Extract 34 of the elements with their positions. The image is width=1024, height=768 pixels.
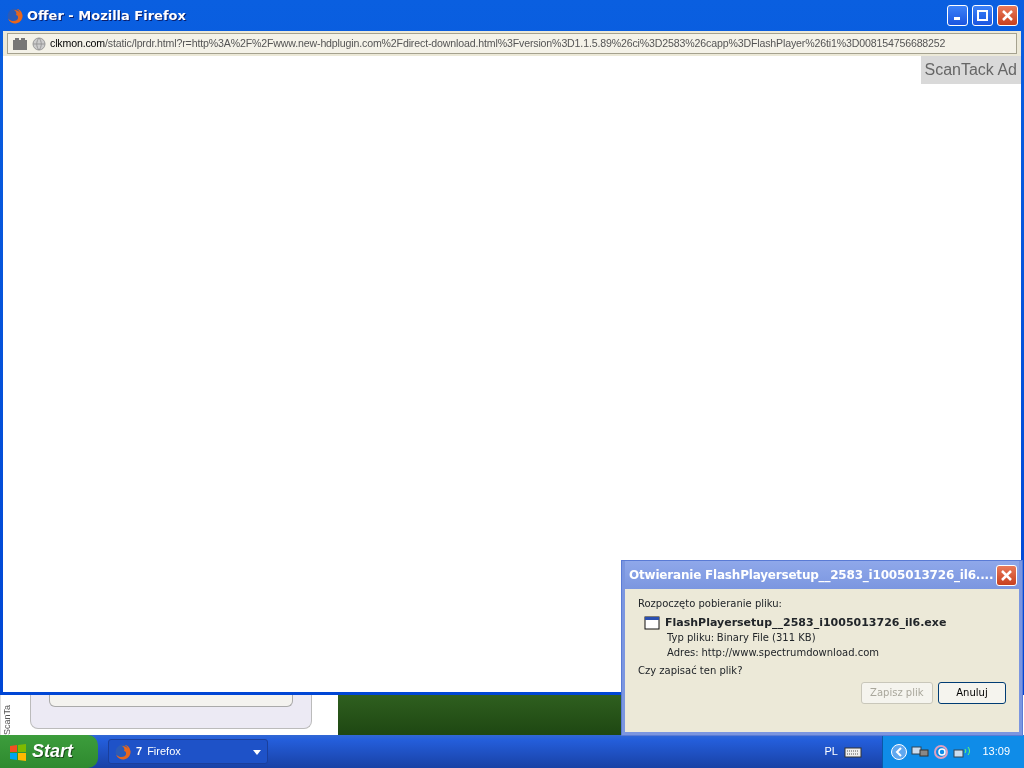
detail-value: http://www.spectrumdownload.com — [701, 647, 880, 659]
caret-icon — [253, 749, 261, 755]
detail-label: Typ pliku: — [667, 632, 715, 645]
question-text: Czy zapisać ten plik? — [638, 664, 744, 677]
detail-value: Binary File (311 KB) — [716, 632, 816, 645]
firefox-logo-icon — [7, 7, 23, 24]
chevron-left-icon[interactable] — [890, 743, 907, 760]
close-button[interactable] — [997, 5, 1018, 26]
intro-text: Rozpoczęto pobieranie pliku: — [638, 598, 783, 610]
close-icon — [1001, 569, 1012, 581]
window-title: Offer - Mozilla Firefox — [27, 6, 186, 25]
start-button[interactable]: Start — [0, 735, 98, 768]
dialog-title: Otwieranie FlashPlayersetup__2583_i1005013726_il6.... — [629, 567, 994, 584]
cancel-button[interactable]: Anuluj — [938, 682, 1006, 704]
keyboard-icon[interactable] — [843, 745, 862, 758]
maximize-button[interactable] — [972, 5, 993, 26]
application-window-icon — [643, 615, 660, 630]
network-computer-icon[interactable] — [910, 743, 929, 760]
close-icon — [1002, 10, 1013, 21]
ad-label: ScanTack Ad — [920, 56, 1021, 84]
windows-flag-icon — [8, 741, 28, 762]
firefox-logo-icon — [115, 743, 131, 760]
globe-icon — [32, 36, 46, 51]
language-indicator[interactable]: PL — [824, 743, 838, 760]
url-text: clkmon.com/static/lprdr.html?r=http%3A%2F%2Fwww.new-hdplugin.com%2Fdirect-download.html%3Fversion%3D1.1.5.89%26ci%3D2583%26capp%3DFlashPlayer%26ti1%3D008154756688252 — [50, 35, 946, 51]
taskbar-button[interactable]: 7 Firefox — [108, 739, 268, 764]
dialog-close-button[interactable] — [996, 564, 1017, 586]
file-name: FlashPlayersetup__2583_i1005013726_il6.exe — [665, 615, 947, 630]
address-bar[interactable]: clkmon.com/static/lprdr.html?r=http%3A%2F%2Fwww.new-hdplugin.com%2Fdirect-download.html%3Fversion%3D1.1.5.89%26ci%3D2583%26capp%3DFlashPlayer%26ti1%3D008154756688252 — [7, 33, 1017, 54]
clock: 13:09 — [982, 744, 1010, 760]
maximize-icon — [977, 10, 988, 21]
detail-label: Adres: — [667, 647, 699, 659]
minimize-button[interactable] — [947, 5, 968, 26]
tab-group-icon — [12, 36, 28, 51]
